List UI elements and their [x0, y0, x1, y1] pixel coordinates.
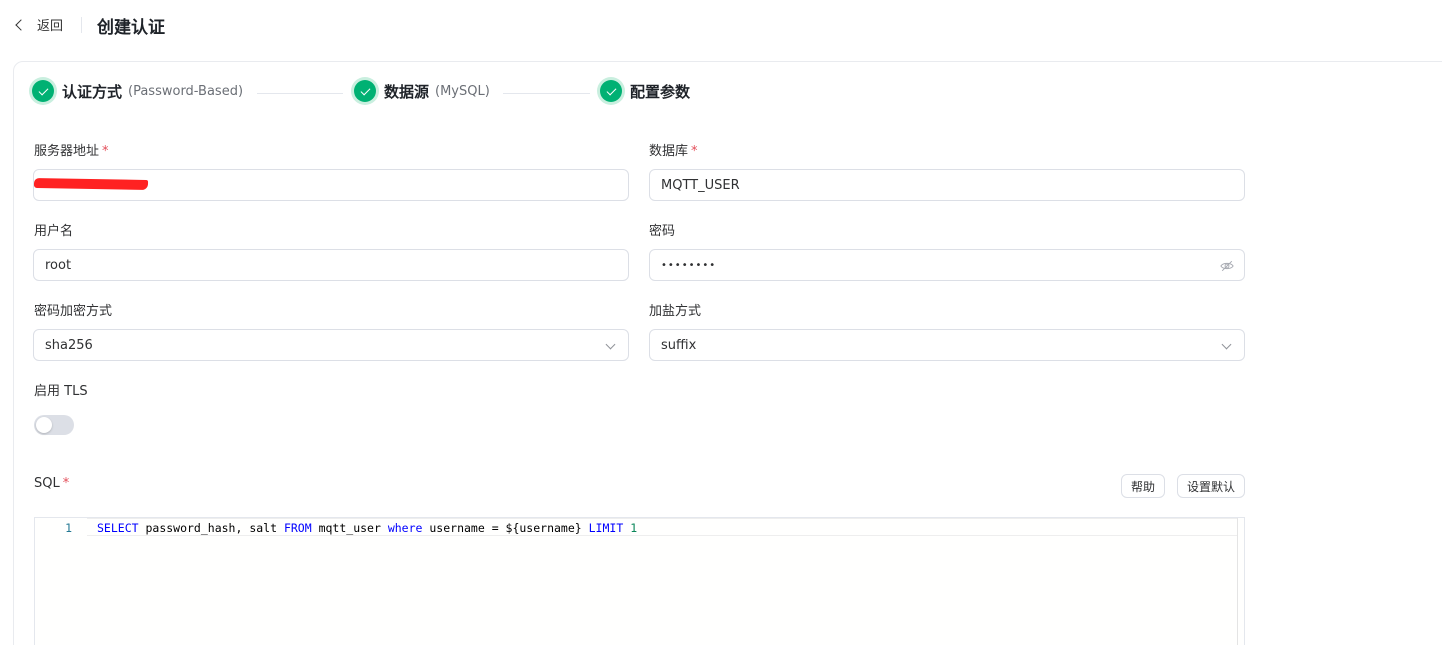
salt-select[interactable]: suffix	[649, 329, 1245, 361]
step-title: 认证方式	[62, 82, 123, 101]
line-number: 1	[65, 521, 72, 535]
step-connector	[257, 93, 343, 94]
toggle-knob	[36, 417, 52, 433]
password-label: 密码	[649, 224, 676, 239]
step-desc: (Password-Based)	[128, 83, 244, 99]
tls-toggle[interactable]	[34, 415, 74, 435]
editor-scrollbar[interactable]	[1237, 518, 1238, 645]
password-input[interactable]: ••••••••	[649, 249, 1245, 281]
set-default-button[interactable]: 设置默认	[1177, 474, 1245, 498]
step-config-params: 配置参数	[600, 80, 690, 102]
sql-label: SQL *	[34, 476, 70, 491]
redaction-mark	[33, 178, 149, 190]
top-bar: 返回 创建认证	[0, 0, 1442, 50]
check-circle-icon	[32, 80, 54, 102]
back-label: 返回	[37, 19, 64, 34]
hash-select[interactable]: sha256	[33, 329, 629, 361]
line-gutter: 1	[35, 518, 87, 645]
sql-code-line[interactable]: SELECT password_hash, salt FROM mqtt_use…	[97, 521, 637, 535]
page-title: 创建认证	[97, 18, 165, 38]
step-desc: (MySQL)	[435, 83, 490, 99]
step-connector	[503, 93, 590, 94]
step-auth-method: 认证方式 (Password-Based)	[32, 80, 243, 102]
database-label: 数据库 *	[649, 144, 698, 159]
back-button[interactable]: 返回	[14, 15, 63, 34]
eye-off-icon[interactable]	[1220, 259, 1234, 273]
step-data-source: 数据源 (MySQL)	[354, 80, 490, 102]
server-input[interactable]	[33, 169, 629, 201]
salt-label: 加盐方式	[649, 304, 702, 319]
step-title: 数据源	[384, 82, 430, 101]
check-circle-icon	[600, 80, 622, 102]
database-input[interactable]: MQTT_USER	[649, 169, 1245, 201]
chevron-left-icon	[15, 18, 27, 31]
username-label: 用户名	[34, 224, 74, 239]
sql-editor[interactable]: 1 SELECT password_hash, salt FROM mqtt_u…	[34, 517, 1245, 645]
username-input[interactable]: root	[33, 249, 629, 281]
chevron-down-icon	[1221, 339, 1232, 350]
step-title: 配置参数	[630, 82, 691, 101]
divider	[81, 17, 82, 33]
help-button[interactable]: 帮助	[1121, 474, 1165, 498]
chevron-down-icon	[605, 339, 616, 350]
check-circle-icon	[354, 80, 376, 102]
server-label: 服务器地址 *	[34, 144, 109, 159]
hash-label: 密码加密方式	[34, 304, 113, 319]
tls-label: 启用 TLS	[34, 384, 88, 399]
